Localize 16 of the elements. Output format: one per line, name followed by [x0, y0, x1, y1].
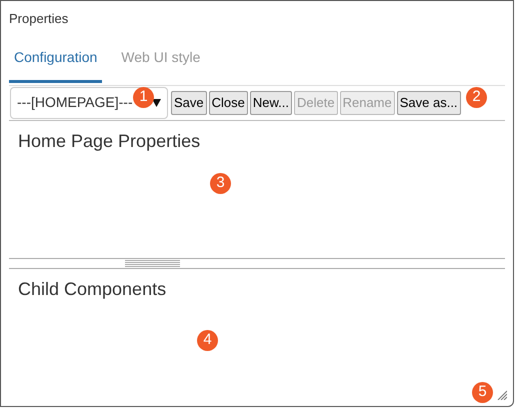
toolbar-button[interactable]: Save	[171, 90, 207, 114]
callout-badge: 5	[472, 382, 493, 403]
callout-badge: 1	[133, 87, 154, 108]
window-title: Properties	[9, 10, 68, 28]
toolbar-button[interactable]: Close	[208, 90, 248, 114]
callout-badge: 4	[197, 330, 218, 351]
callout-badge: 3	[210, 173, 231, 194]
resize-grip-icon[interactable]	[497, 390, 507, 400]
panel-heading: Home Page Properties	[18, 130, 200, 153]
toolbar-button[interactable]: Save as...	[396, 90, 461, 114]
panel-heading: Child Components	[18, 278, 166, 301]
callout-badge: 2	[466, 87, 487, 108]
dropdown-caret-icon	[152, 98, 161, 106]
toolbar-button[interactable]: New...	[250, 90, 292, 114]
tab[interactable]: Configuration	[9, 46, 102, 82]
splitter-handle[interactable]	[124, 258, 180, 266]
